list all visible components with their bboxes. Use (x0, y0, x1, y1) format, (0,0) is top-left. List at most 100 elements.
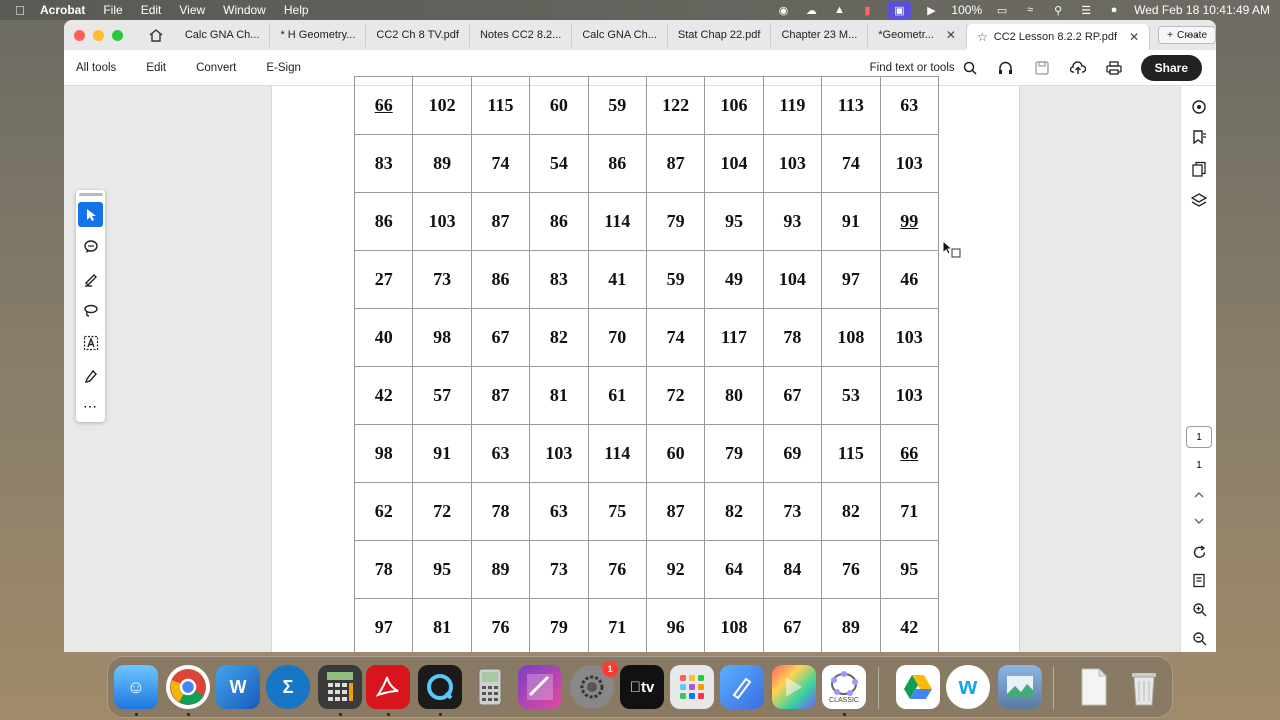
print-icon[interactable] (1105, 59, 1123, 77)
bookmarks-icon[interactable] (1190, 128, 1208, 146)
word-icon[interactable]: W (216, 665, 260, 709)
menu-window[interactable]: Window (223, 3, 266, 17)
cell-value: 40 (374, 327, 393, 347)
system-settings-icon[interactable]: 1 (570, 661, 618, 709)
highlight-pen-icon[interactable] (78, 266, 103, 291)
tab-cc2-lesson[interactable]: ☆ CC2 Lesson 8.2.2 RP.pdf ✕ (966, 24, 1151, 50)
edit-button[interactable]: Edit (146, 62, 166, 74)
siri-icon[interactable]: ● (1106, 3, 1122, 17)
close-tab-icon[interactable]: ✕ (946, 28, 956, 42)
apple-tv-icon[interactable]: tv (620, 665, 664, 709)
control-center-icon[interactable]: ☰ (1078, 3, 1094, 17)
menu-file[interactable]: File (103, 3, 122, 17)
upload-cloud-icon[interactable] (1069, 59, 1087, 77)
zoom-in-icon[interactable] (1190, 600, 1208, 618)
spotlight-search-icon[interactable]: ⚲ (1050, 3, 1066, 17)
launchpad-icon[interactable] (670, 665, 714, 709)
layers-icon[interactable] (1190, 191, 1208, 209)
star-icon[interactable]: ☆ (977, 30, 988, 44)
acrobat-icon[interactable] (366, 665, 410, 709)
current-page-field[interactable]: 1 (1186, 426, 1212, 448)
esign-button[interactable]: E-Sign (266, 62, 301, 74)
sign-pen-icon[interactable] (78, 362, 103, 387)
page-up-icon[interactable] (1190, 486, 1208, 504)
tab-label: Stat Chap 22.pdf (677, 29, 761, 41)
image-editor-icon[interactable] (518, 665, 562, 709)
pages-icon[interactable] (1190, 160, 1208, 178)
minimize-window-button[interactable] (93, 29, 104, 41)
rotate-icon[interactable] (1190, 543, 1208, 561)
zoom-window-button[interactable] (112, 29, 123, 41)
zoom-out-icon[interactable] (1190, 629, 1208, 647)
close-window-button[interactable] (74, 29, 85, 41)
find-text-button[interactable]: Find text or tools (870, 59, 979, 77)
cell-value: 67 (783, 385, 802, 405)
tab-calc-gna-1[interactable]: Calc GNA Ch... (175, 23, 271, 47)
home-icon[interactable] (147, 27, 165, 43)
table-cell: 89 (821, 598, 881, 652)
document-viewport[interactable]: 66 102 115 60 59 122 106 119 113 63 83 89 74 54 86 87 10… (64, 76, 1180, 652)
tab-calc-gna-2[interactable]: Calc GNA Ch... (572, 23, 668, 47)
finder-icon[interactable]: ☺ (114, 665, 158, 709)
pdf-page[interactable]: 66 102 115 60 59 122 106 119 113 63 83 89 74 54 86 87 10… (271, 76, 1020, 652)
comment-tool-icon[interactable] (78, 234, 103, 259)
screen-mirroring-icon[interactable]: ▣ (887, 1, 912, 19)
table-cell: 74 (645, 308, 706, 367)
apple-icon[interactable]:  (0, 3, 40, 18)
play-icon[interactable]: ▶ (923, 3, 939, 17)
table-cell: 82 (704, 482, 764, 541)
wifi-icon[interactable]: ≈ (1022, 3, 1038, 17)
save-icon[interactable] (1033, 59, 1051, 77)
text-box-icon[interactable] (78, 330, 103, 355)
menu-app-name[interactable]: Acrobat (40, 3, 85, 17)
red-status-icon[interactable]: ▮ (859, 3, 875, 17)
menu-edit[interactable]: Edit (141, 3, 162, 17)
share-button[interactable]: Share (1140, 55, 1202, 81)
convert-button[interactable]: Convert (196, 62, 236, 74)
close-tab-icon[interactable]: ✕ (1129, 30, 1139, 44)
data-table: 66 102 115 60 59 122 106 119 113 63 83 89 74 54 86 87 10… (353, 76, 939, 652)
page-down-icon[interactable] (1190, 512, 1208, 530)
cell-value: 63 (900, 95, 919, 115)
menu-help[interactable]: Help (284, 3, 309, 17)
more-options-icon[interactable]: ⋯ (1185, 27, 1200, 44)
table-cell: 78 (762, 308, 823, 367)
chrome-icon[interactable] (166, 665, 210, 709)
tab-geometry-active[interactable]: *Geometr... ✕ (868, 23, 967, 47)
google-drive-icon[interactable] (896, 665, 940, 709)
trash-icon[interactable] (1122, 665, 1166, 709)
table-cell: 114 (587, 192, 647, 251)
drive-icon[interactable]: ▲ (831, 3, 847, 17)
headphones-icon[interactable] (997, 59, 1015, 77)
color-app-icon[interactable] (772, 665, 816, 709)
tab-h-geometry[interactable]: * H Geometry... (270, 23, 367, 47)
page-display-icon[interactable] (1190, 571, 1208, 589)
all-tools-button[interactable]: All tools (76, 62, 116, 74)
table-row: 42 57 87 81 61 72 80 67 53 103 (353, 366, 939, 425)
ai-assistant-icon[interactable] (1190, 98, 1208, 116)
pencil-app-icon[interactable] (720, 665, 764, 709)
tab-label: Chapter 23 M... (781, 29, 858, 41)
creative-cloud-icon[interactable]: ☁ (803, 3, 819, 17)
more-tools-icon[interactable]: ⋯ (78, 394, 103, 419)
tab-stat-chap-22[interactable]: Stat Chap 22.pdf (668, 23, 772, 47)
select-tool-icon[interactable] (78, 202, 103, 227)
wacom-icon[interactable]: w (946, 665, 990, 709)
record-icon[interactable]: ◉ (775, 3, 791, 17)
geogebra-classic-icon[interactable]: CLASSIC (822, 665, 866, 709)
calculator-icon[interactable] (318, 665, 362, 709)
table-cell: 95 (704, 192, 764, 251)
document-file-icon[interactable] (1072, 665, 1116, 709)
tab-chapter-23[interactable]: Chapter 23 M... (771, 23, 869, 47)
battery-icon[interactable]: ▭ (994, 3, 1010, 17)
menu-view[interactable]: View (179, 3, 205, 17)
quicktime-icon[interactable] (418, 665, 462, 709)
sigma-app-icon[interactable]: Σ (266, 665, 310, 709)
draw-lasso-icon[interactable] (78, 298, 103, 323)
tab-notes-cc2[interactable]: Notes CC2 8.2... (470, 23, 573, 47)
preview-icon[interactable] (998, 665, 1042, 709)
graphing-calculator-icon[interactable] (468, 665, 512, 709)
panel-grip[interactable] (78, 193, 103, 196)
tab-cc2-ch8-tv[interactable]: CC2 Ch 8 TV.pdf (366, 23, 470, 47)
clock[interactable]: Wed Feb 18 10:41:49 AM (1134, 3, 1270, 17)
